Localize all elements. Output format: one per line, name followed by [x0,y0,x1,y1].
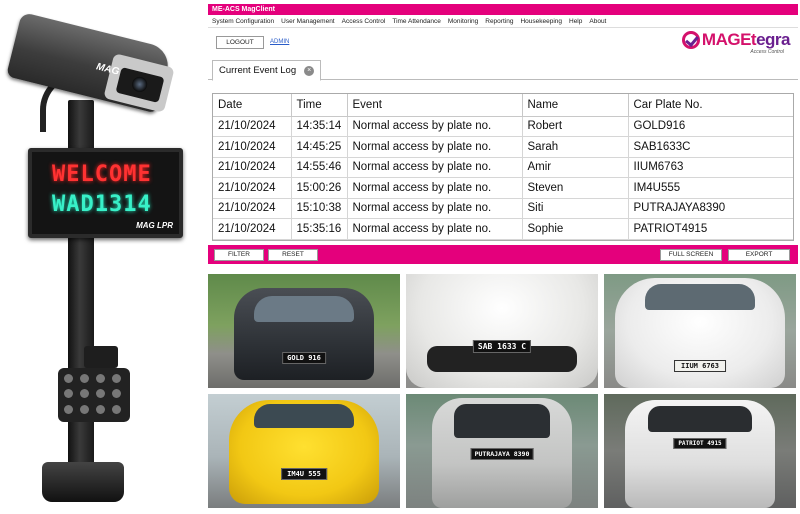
cell-date: 21/10/2024 [213,116,292,137]
windshield-icon [254,296,354,322]
col-name[interactable]: Name [522,94,629,117]
cell-time: 14:35:14 [291,116,348,137]
col-event[interactable]: Event [347,94,523,117]
cell-name: Amir [522,157,629,178]
table-row[interactable]: 21/10/2024 14:45:25 Normal access by pla… [213,136,793,158]
table-row[interactable]: 21/10/2024 15:00:26 Normal access by pla… [213,177,793,199]
cell-plate: IM4U555 [628,177,793,199]
cell-event: Normal access by plate no. [347,198,523,219]
admin-link[interactable]: ADMIN [270,39,289,45]
cell-time: 15:35:16 [291,218,348,240]
logout-button[interactable]: LOGOUT [216,36,264,49]
capture-photo-6[interactable]: PATRIOT 4915 [604,394,796,508]
cell-event: Normal access by plate no. [347,177,523,199]
action-bar: FILTER RESET FULL SCREEN EXPORT [208,245,798,264]
menu-system-configuration[interactable]: System Configuration [212,18,274,25]
table-row[interactable]: 21/10/2024 15:35:16 Normal access by pla… [213,218,793,240]
keypad-arm [84,346,118,368]
capture-photo-5[interactable]: PUTRAJAYA 8390 [406,394,598,508]
table-row[interactable]: 21/10/2024 15:10:38 Normal access by pla… [213,198,793,219]
menu-help[interactable]: Help [569,18,582,25]
keypad [58,368,130,422]
logo-check-icon [681,31,700,49]
license-plate: PATRIOT 4915 [673,438,727,449]
cell-plate: PUTRAJAYA8390 [628,198,793,219]
app-window: ME-ACS MagClient System Configuration Us… [208,4,798,266]
windshield-icon [254,404,354,428]
cell-plate: PATRIOT4915 [628,218,793,240]
tab-label: Current Event Log [219,65,297,76]
cell-event: Normal access by plate no. [347,136,523,158]
menu-reporting[interactable]: Reporting [485,18,513,25]
cell-event: Normal access by plate no. [347,116,523,137]
cell-time: 15:10:38 [291,198,348,219]
led-line-plate: WAD1314 [52,192,152,217]
tab-bar: Current Event Log × [208,58,798,81]
windshield-icon [645,284,755,310]
license-plate: SAB 1633 C [472,340,532,353]
cell-plate: GOLD916 [628,116,793,137]
capture-photo-1[interactable]: GOLD 916 [208,274,400,388]
logo-subtitle: Access Control [750,49,784,55]
menu-monitoring[interactable]: Monitoring [448,18,478,25]
tab-current-event-log[interactable]: Current Event Log × [212,60,322,81]
led-display: WELCOME WAD1314 MAG LPR [28,148,183,238]
capture-photo-grid: GOLD 916 SAB 1633 C IIUM 6763 IM4U 555 P… [208,274,798,510]
toolbar: LOGOUT ADMIN MAGEtegra Access Control [208,28,798,58]
screenshot-root: MAG WELCOME WAD1314 MAG LPR ME-ACS MagCl… [0,0,800,514]
app-title: ME-ACS MagClient [208,4,798,15]
menu-bar: System Configuration User Management Acc… [208,15,798,28]
cell-date: 21/10/2024 [213,198,292,219]
cell-name: Sarah [522,136,629,158]
close-icon[interactable]: × [304,66,315,76]
cell-event: Normal access by plate no. [347,157,523,178]
led-line-welcome: WELCOME [52,162,152,187]
led-brand: MAG LPR [136,221,173,230]
table-row[interactable]: 21/10/2024 14:55:46 Normal access by pla… [213,157,793,178]
license-plate: PUTRAJAYA 8390 [470,448,534,460]
cell-name: Robert [522,116,629,137]
cell-event: Normal access by plate no. [347,218,523,240]
license-plate: IIUM 6763 [674,360,726,372]
capture-photo-2[interactable]: SAB 1633 C [406,274,598,388]
cell-time: 14:55:46 [291,157,348,178]
cell-time: 15:00:26 [291,177,348,199]
cell-date: 21/10/2024 [213,136,292,158]
table-row[interactable]: 21/10/2024 14:35:14 Normal access by pla… [213,116,793,137]
cell-date: 21/10/2024 [213,157,292,178]
pole-base [42,462,124,502]
cell-plate: SAB1633C [628,136,793,158]
cell-name: Sophie [522,218,629,240]
capture-photo-4[interactable]: IM4U 555 [208,394,400,508]
cell-date: 21/10/2024 [213,177,292,199]
capture-photo-3[interactable]: IIUM 6763 [604,274,796,388]
menu-user-management[interactable]: User Management [281,18,334,25]
rear-window-icon [454,404,550,438]
col-time[interactable]: Time [291,94,348,117]
menu-about[interactable]: About [589,18,606,25]
col-car-plate[interactable]: Car Plate No. [628,94,793,117]
license-plate: GOLD 916 [282,352,326,364]
table-header-row: Date Time Event Name Car Plate No. [213,94,793,117]
cell-date: 21/10/2024 [213,218,292,240]
cell-plate: IIUM6763 [628,157,793,178]
lpr-hardware: MAG WELCOME WAD1314 MAG LPR [0,0,205,514]
cell-time: 14:45:25 [291,136,348,158]
logo-text: MAGEtegra [701,30,791,49]
license-plate: IM4U 555 [281,468,327,480]
menu-time-attendance[interactable]: Time Attendance [392,18,441,25]
reset-button[interactable]: RESET [268,249,318,261]
rear-window-icon [648,406,752,432]
event-log-table: Date Time Event Name Car Plate No. 21/10… [212,93,794,241]
cell-name: Siti [522,198,629,219]
cell-name: Steven [522,177,629,199]
magetegra-logo: MAGEtegra [681,30,791,50]
col-date[interactable]: Date [213,94,292,117]
export-button[interactable]: EXPORT [728,249,790,261]
menu-housekeeping[interactable]: Housekeeping [520,18,562,25]
filter-button[interactable]: FILTER [214,249,264,261]
menu-access-control[interactable]: Access Control [342,18,386,25]
full-screen-button[interactable]: FULL SCREEN [660,249,722,261]
